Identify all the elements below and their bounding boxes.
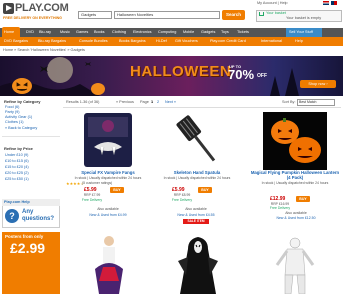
posters-text: Posters from only	[5, 234, 44, 239]
page-2[interactable]: 2	[157, 100, 159, 105]
shop-now-button[interactable]: Shop now ›	[300, 80, 336, 88]
nav-clothing[interactable]: Clothing	[112, 28, 126, 37]
sort-select[interactable]: Best Match	[297, 99, 335, 106]
product-title-1[interactable]: Special FX Vampire Fangs	[63, 170, 153, 175]
product-rrp-2: RRP £8.99	[173, 193, 191, 197]
subnav-gift-vouchers[interactable]: Gift Vouchers	[175, 37, 198, 46]
also-available-1: Also available	[97, 207, 119, 211]
product-image-costume-3[interactable]	[273, 235, 317, 294]
banner-off: OFF	[257, 73, 267, 79]
product-title-3[interactable]: Magical Flying Pumpkin Halloween Lantern…	[250, 170, 340, 180]
basket-icon	[259, 12, 264, 16]
nav-gadgets[interactable]: Gadgets	[201, 28, 215, 37]
product-image-fangs[interactable]	[80, 111, 136, 169]
subnav-credit-card[interactable]: Play.com Credit Card	[210, 37, 246, 46]
search-button[interactable]: Search	[222, 10, 245, 20]
nav-tickets[interactable]: Tickets	[237, 28, 249, 37]
product-stock-3: In stock | Usually dispatched within 24 …	[261, 181, 329, 185]
new-used-1[interactable]: New & Used from £4.99	[78, 213, 138, 217]
page-1[interactable]: 1	[151, 100, 153, 105]
account-links[interactable]: My Account | Help	[257, 1, 288, 6]
price-10-15[interactable]: £10 to £15 (6)	[5, 159, 29, 164]
brand-name[interactable]: PLAY.COM	[15, 2, 69, 14]
page-label: Page	[140, 100, 149, 104]
product-stock-2: In stock | Usually dispatched within 24 …	[163, 176, 231, 180]
nav-electronics[interactable]: Electronics	[133, 28, 152, 37]
nav-dvd[interactable]: DVD	[26, 28, 34, 37]
subnav-hidef[interactable]: Hi-Def	[156, 37, 167, 46]
basket-title: Your basket	[266, 11, 286, 15]
nav-toys[interactable]: Toys	[221, 28, 229, 37]
banner-title: HALLOWEEN	[130, 63, 232, 80]
posters-price: £2.99	[10, 240, 46, 256]
nav-music[interactable]: Music	[60, 28, 70, 37]
page: PLAY.COM FREE DELIVERY ON EVERYTHING Gad…	[0, 0, 343, 294]
bat-icon-2	[85, 62, 91, 66]
product-image-pumpkins[interactable]	[263, 112, 327, 170]
sidebar-divider	[2, 136, 60, 137]
uk-flag-icon[interactable]	[323, 1, 329, 5]
also-available-3: Also available	[285, 211, 307, 215]
sale-item-badge: SALE ITEM	[183, 219, 209, 224]
banner-percent: 70%	[228, 67, 255, 82]
product-reviews-1[interactable]: (5 customer ratings)	[82, 181, 142, 185]
product-title-2[interactable]: Skeleton Hand Spatula	[152, 170, 242, 175]
back-to-category-link[interactable]: « Back to Category	[5, 126, 37, 131]
category-clothes[interactable]: Clothes (1)	[5, 120, 24, 125]
product-stock-1: In stock | Usually dispatched within 24 …	[74, 176, 142, 180]
nav-mobile[interactable]: Mobile	[183, 28, 194, 37]
product-image-costume-1[interactable]	[85, 233, 133, 294]
refine-price-title: Refine by Price	[4, 146, 33, 151]
sub-nav: DVD Bargains Blu-ray Bargains Console Bu…	[0, 37, 343, 46]
price-25-50[interactable]: £25 to £50 (1)	[5, 177, 29, 182]
subnav-help[interactable]: Help	[295, 37, 303, 46]
question-icon: ?	[5, 209, 19, 223]
price-20-25[interactable]: £20 to £25 (2)	[5, 171, 29, 176]
product-image-spatula[interactable]	[168, 112, 228, 168]
search-input[interactable]: Halloween Novelties	[114, 11, 220, 19]
new-used-2[interactable]: New & Used from £4.55	[166, 213, 226, 217]
subnav-bluray-bargains[interactable]: Blu-ray Bargains	[38, 37, 66, 46]
search-category-select[interactable]: Gadgets	[78, 11, 112, 19]
results-count: Results 1-36 (of 36)	[66, 100, 100, 104]
nav-computing[interactable]: Computing	[158, 28, 176, 37]
price-under-10[interactable]: Under £10 (9)	[5, 153, 28, 158]
product-delivery-1: Free Delivery	[81, 198, 103, 202]
nav-home-label[interactable]: Home	[4, 30, 14, 35]
breadcrumb[interactable]: Home » Search 'Halloween Novelties' » Ga…	[3, 48, 85, 53]
also-available-2: Also available	[185, 207, 207, 211]
flag-icon[interactable]	[331, 1, 337, 5]
play-triangle-icon	[6, 5, 12, 11]
prev-link[interactable]: « Previous	[116, 100, 134, 105]
pumpkin-icon	[12, 78, 32, 94]
nav-books[interactable]: Books	[94, 28, 105, 37]
basket-status: Your basket is empty	[286, 16, 322, 20]
help-title: Play.com Help	[2, 199, 60, 206]
refine-category-title: Refine by Category	[4, 99, 41, 104]
bat-icon	[40, 66, 48, 72]
moon-icon	[47, 57, 73, 83]
subnav-international[interactable]: International	[261, 37, 282, 46]
nav-games[interactable]: Games	[76, 28, 88, 37]
price-15-20[interactable]: £15 to £20 (4)	[5, 165, 29, 170]
brand-tagline: FREE DELIVERY ON EVERYTHING	[3, 16, 62, 20]
new-used-3[interactable]: New & Used from £12.50	[266, 216, 326, 220]
product-delivery-3: Free Delivery	[269, 206, 291, 210]
help-text[interactable]: Any questions?	[22, 209, 58, 223]
sell-your-stuff-label[interactable]: Sell Your Stuff	[289, 30, 313, 35]
castle-shape	[270, 68, 299, 96]
product-image-costume-2[interactable]	[176, 235, 220, 294]
product-title-3-text[interactable]: Magical Flying Pumpkin Halloween Lantern…	[250, 170, 340, 180]
subnav-console-bundles[interactable]: Console Bundles	[79, 37, 108, 46]
subnav-dvd-bargains[interactable]: DVD Bargains	[4, 37, 28, 46]
subnav-books-bargains[interactable]: Books Bargains	[119, 37, 146, 46]
product-delivery-2: Free Delivery	[171, 198, 193, 202]
nav-bluray[interactable]: Blu-ray	[39, 28, 51, 37]
pumpkin-small-icon	[91, 83, 105, 95]
sort-label: Sort By:	[282, 100, 296, 104]
next-link[interactable]: Next »	[165, 100, 176, 105]
product-rrp-1: RRP £7.99	[83, 193, 101, 197]
